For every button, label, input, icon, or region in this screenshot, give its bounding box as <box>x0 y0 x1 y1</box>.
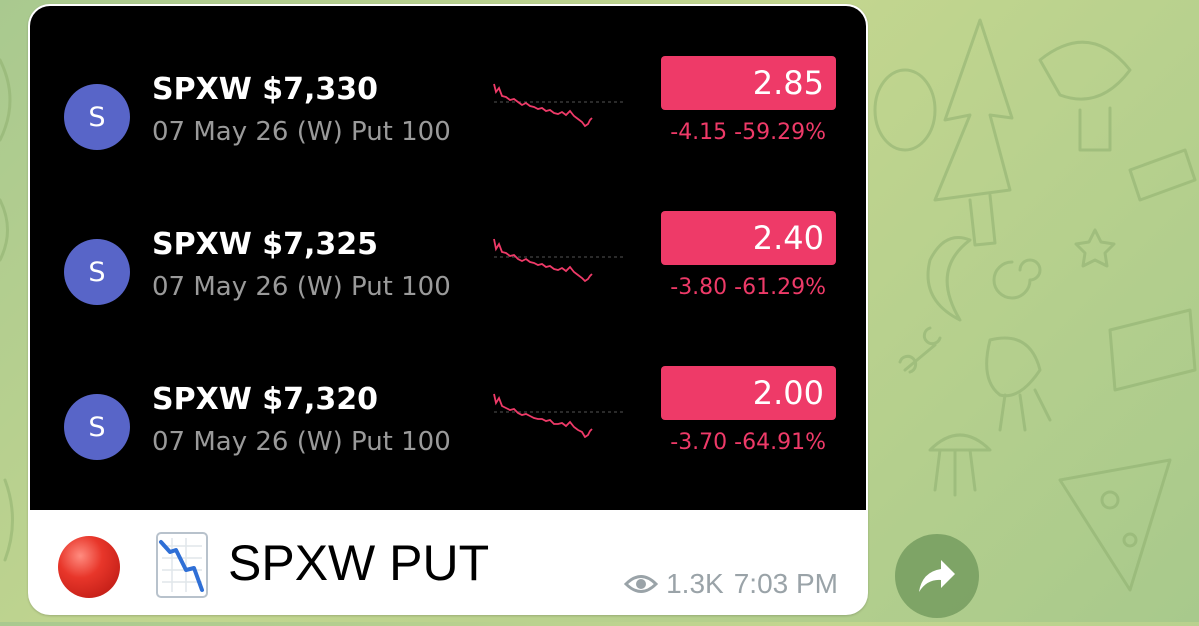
contract-label: 07 May 26 (W) Put 100 <box>152 117 451 147</box>
chart-decreasing-emoji <box>156 532 208 598</box>
avatar: S <box>64 394 130 460</box>
eye-icon <box>624 575 659 593</box>
share-arrow-icon <box>919 560 955 592</box>
price-change: -4.15 -59.29% <box>670 120 826 145</box>
share-button[interactable] <box>895 534 979 618</box>
red-circle-emoji <box>58 536 120 598</box>
message-time: 7:03 PM <box>733 568 838 599</box>
ticker-label: SPXW $7,320 <box>152 382 379 417</box>
price-change: -3.80 -61.29% <box>670 275 826 300</box>
quote-row: S SPXW $7,325 07 May 26 (W) Put 100 2.40… <box>30 211 866 321</box>
last-price-badge: 2.85 <box>661 56 836 110</box>
ticker-label: SPXW $7,325 <box>152 227 379 262</box>
sparkline-chart <box>493 393 624 438</box>
quote-row: S SPXW $7,320 07 May 26 (W) Put 100 2.00… <box>30 366 866 476</box>
price-change: -3.70 -64.91% <box>670 430 826 455</box>
message-caption: SPXW PUT 1.3K 7:03 PM <box>28 512 868 615</box>
quote-row: S SPXW $7,330 07 May 26 (W) Put 100 2.85… <box>30 56 866 166</box>
last-price-badge: 2.40 <box>661 211 836 265</box>
sparkline-chart <box>493 83 624 128</box>
avatar: S <box>64 239 130 305</box>
quotes-screenshot[interactable]: S SPXW $7,330 07 May 26 (W) Put 100 2.85… <box>30 6 866 510</box>
sparkline-chart <box>493 238 624 283</box>
last-price-badge: 2.00 <box>661 366 836 420</box>
avatar: S <box>64 84 130 150</box>
message-bubble[interactable]: S SPXW $7,330 07 May 26 (W) Put 100 2.85… <box>28 4 868 615</box>
view-count: 1.3K <box>666 568 724 599</box>
contract-label: 07 May 26 (W) Put 100 <box>152 427 451 457</box>
contract-label: 07 May 26 (W) Put 100 <box>152 272 451 302</box>
message-text: SPXW PUT <box>228 535 490 591</box>
ticker-label: SPXW $7,330 <box>152 72 379 107</box>
message-meta: 1.3K 7:03 PM <box>624 568 838 600</box>
